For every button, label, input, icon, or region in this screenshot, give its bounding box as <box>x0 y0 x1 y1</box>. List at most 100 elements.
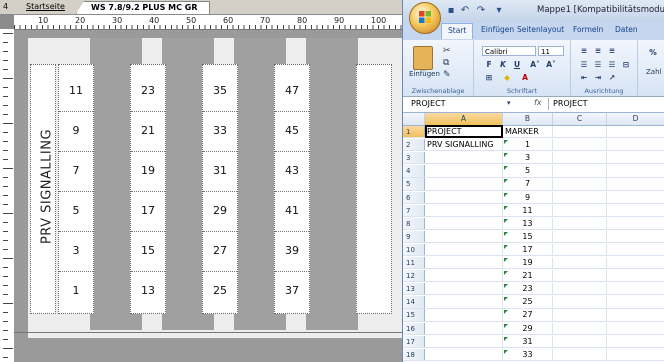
cell-a[interactable] <box>425 283 503 295</box>
marker-cell[interactable]: 35 <box>203 73 237 109</box>
increase-indent-icon[interactable]: ⇥ <box>591 73 605 82</box>
align-bottom-icon[interactable]: ≡ <box>605 46 619 55</box>
save-icon[interactable]: ▪ <box>445 5 457 17</box>
cell-b[interactable]: 33 <box>503 348 553 360</box>
cell-c[interactable] <box>553 322 607 334</box>
cell-b[interactable]: 11 <box>503 204 553 216</box>
cell-c[interactable] <box>553 309 607 321</box>
cell-d[interactable] <box>607 126 664 137</box>
fill-color-icon[interactable]: ◆ <box>500 73 514 82</box>
undo-icon[interactable]: ↶ <box>459 5 471 17</box>
cell-a[interactable] <box>425 270 503 282</box>
marker-cell[interactable]: 23 <box>131 73 165 109</box>
number-as-text-flag-icon[interactable] <box>504 153 508 158</box>
cell-c[interactable] <box>553 348 607 360</box>
cell-d[interactable] <box>607 192 664 203</box>
select-all-corner[interactable] <box>403 113 425 125</box>
number-as-text-flag-icon[interactable] <box>504 336 508 341</box>
name-box-dropdown-icon[interactable]: ▾ <box>507 99 511 107</box>
row-header[interactable]: 8 <box>403 217 425 229</box>
align-right-icon[interactable]: ☰ <box>605 60 619 69</box>
copy-icon[interactable]: ⧉ <box>443 58 449 68</box>
row-header[interactable]: 9 <box>403 230 425 243</box>
cell-c[interactable] <box>553 126 607 138</box>
cell-a[interactable] <box>425 178 503 190</box>
row-header[interactable]: 13 <box>403 283 425 295</box>
tab-seitenlayout[interactable]: Seitenlayout <box>517 25 564 34</box>
bold-icon[interactable]: F <box>482 60 496 69</box>
cell-b[interactable]: 19 <box>503 257 553 269</box>
cell-a[interactable] <box>425 217 503 229</box>
paste-icon[interactable] <box>413 46 433 70</box>
cell-c[interactable] <box>553 296 607 308</box>
cell-d[interactable] <box>607 296 664 307</box>
row-header[interactable]: 3 <box>403 152 425 164</box>
cell-c[interactable] <box>553 191 607 203</box>
number-as-text-flag-icon[interactable] <box>504 297 508 302</box>
cell-a[interactable] <box>425 296 503 308</box>
row-header[interactable]: 1 <box>403 126 425 138</box>
marker-cell[interactable]: 11 <box>59 73 93 109</box>
cell-a[interactable] <box>425 165 503 177</box>
column-header-c[interactable]: C <box>553 113 607 125</box>
redo-icon[interactable]: ↷ <box>475 5 487 17</box>
number-as-text-flag-icon[interactable] <box>504 192 508 197</box>
cell-c[interactable] <box>553 270 607 282</box>
cell-c[interactable] <box>553 283 607 295</box>
marker-strip[interactable]: 11 9 7 5 3 1 <box>58 64 94 314</box>
tab-startseite[interactable]: Startseite <box>20 1 72 13</box>
number-as-text-flag-icon[interactable] <box>504 140 508 145</box>
marker-cell[interactable]: 15 <box>131 233 165 269</box>
cell-b[interactable]: 21 <box>503 270 553 282</box>
cell-a[interactable]: PRV SIGNALLING <box>425 139 503 151</box>
marker-cell[interactable]: 19 <box>131 153 165 189</box>
italic-icon[interactable]: K <box>496 60 510 69</box>
tab-start[interactable]: Start <box>441 23 474 39</box>
marker-cell[interactable]: 3 <box>59 233 93 269</box>
align-center-icon[interactable]: ☰ <box>591 60 605 69</box>
cell-a[interactable] <box>425 191 503 203</box>
merge-icon[interactable]: ⊟ <box>619 60 633 69</box>
cell-a[interactable] <box>425 243 503 256</box>
cell-a[interactable] <box>425 348 503 360</box>
cell-c[interactable] <box>553 335 607 347</box>
name-box[interactable]: PROJECT <box>405 98 497 110</box>
cell-d[interactable] <box>607 309 664 320</box>
grow-font-icon[interactable]: A˄ <box>528 60 542 69</box>
cell-d[interactable] <box>607 231 664 242</box>
row-header[interactable]: 10 <box>403 243 425 256</box>
marker-cell[interactable]: 1 <box>59 273 93 309</box>
cell-d[interactable] <box>607 205 664 216</box>
format-painter-icon[interactable]: ✎ <box>443 70 451 80</box>
customize-toolbar-icon[interactable]: ▾ <box>493 5 505 17</box>
cell-d[interactable] <box>607 152 664 163</box>
marker-cell[interactable]: 7 <box>59 153 93 189</box>
cell-a[interactable] <box>425 152 503 164</box>
marker-cell[interactable]: 41 <box>275 193 309 229</box>
marker-cell[interactable]: 13 <box>131 273 165 309</box>
number-as-text-flag-icon[interactable] <box>504 284 508 289</box>
cell-b[interactable]: 15 <box>503 230 553 243</box>
cell-b[interactable]: 17 <box>503 243 553 256</box>
cell-d[interactable] <box>607 257 664 268</box>
marker-cell[interactable]: 17 <box>131 193 165 229</box>
row-header[interactable]: 15 <box>403 309 425 321</box>
align-left-icon[interactable]: ☰ <box>577 60 591 69</box>
number-as-text-flag-icon[interactable] <box>504 166 508 171</box>
number-as-text-flag-icon[interactable] <box>504 231 508 236</box>
marker-cell[interactable]: 31 <box>203 153 237 189</box>
tab-daten[interactable]: Daten <box>615 25 638 34</box>
marker-cell[interactable]: 25 <box>203 273 237 309</box>
marker-cell[interactable]: 27 <box>203 233 237 269</box>
orientation-icon[interactable]: ↗ <box>605 73 619 82</box>
cell-c[interactable] <box>553 257 607 269</box>
row-header[interactable]: 12 <box>403 270 425 282</box>
marker-cell[interactable]: 29 <box>203 193 237 229</box>
row-header[interactable]: 17 <box>403 335 425 347</box>
cell-c[interactable] <box>553 139 607 151</box>
cell-d[interactable] <box>607 283 664 294</box>
cell-b[interactable]: 25 <box>503 296 553 308</box>
cell-c[interactable] <box>553 230 607 243</box>
number-as-text-flag-icon[interactable] <box>504 349 508 354</box>
insert-function-icon[interactable]: fx <box>534 98 542 107</box>
